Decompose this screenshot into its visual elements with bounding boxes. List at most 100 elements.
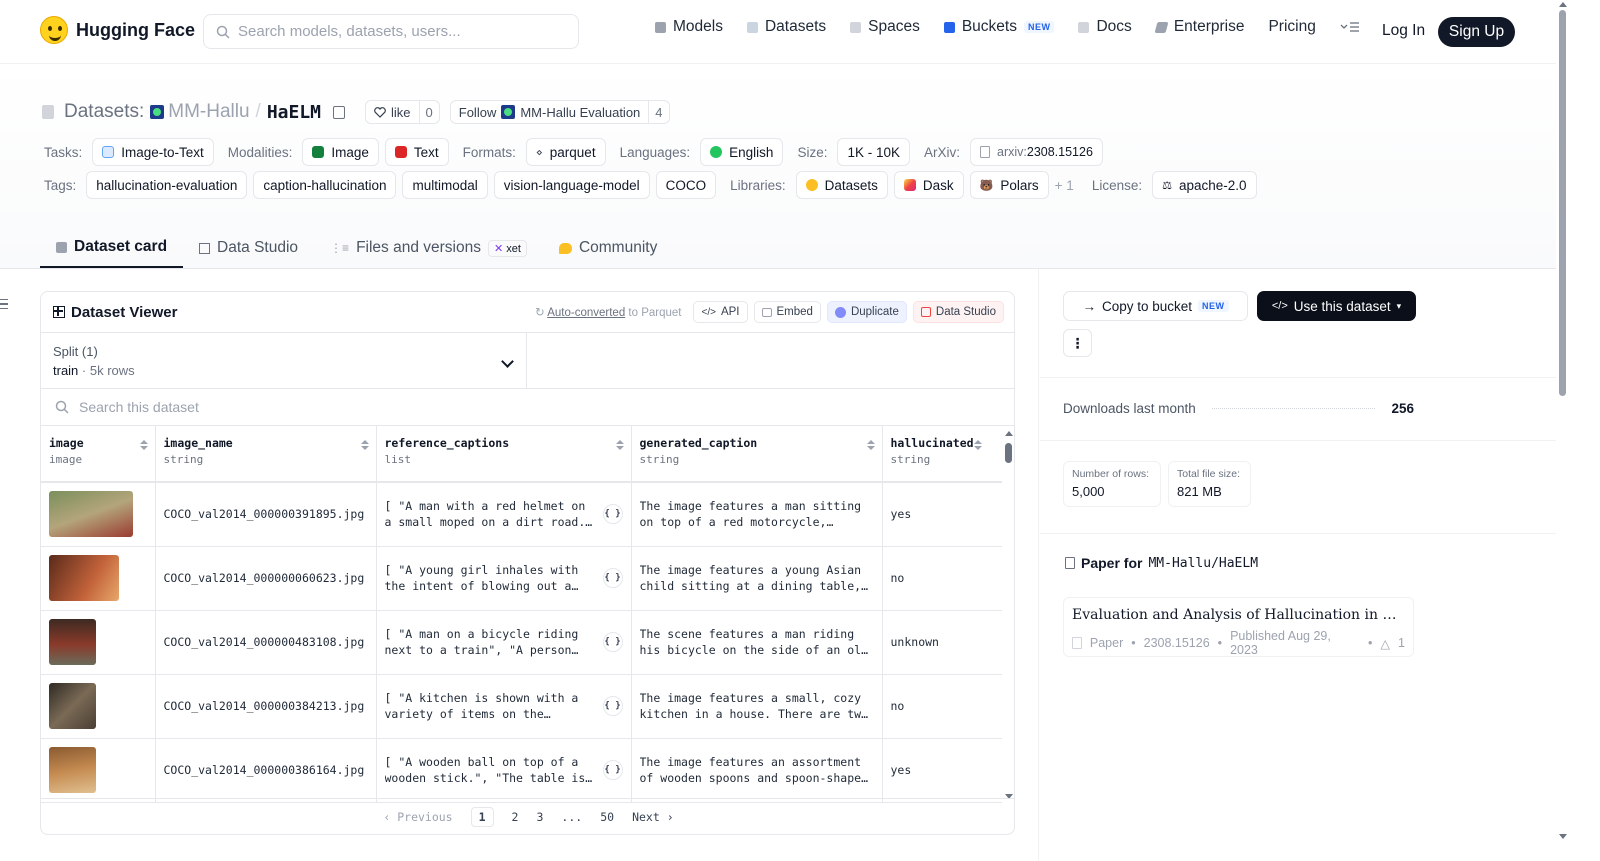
table-row[interactable]: COCO_val2014_000000386164.jpg [ "A woode… (41, 738, 1002, 803)
column-header[interactable]: generated_caption string (631, 426, 883, 483)
page-button[interactable]: 50 (600, 810, 614, 824)
tag-modality-image[interactable]: Image (302, 138, 379, 166)
more-libraries[interactable]: + 1 (1055, 178, 1074, 193)
data-studio-button[interactable]: Data Studio (912, 301, 1004, 323)
expand-json-icon[interactable]: { } (602, 568, 623, 588)
tag-library-datasets[interactable]: Datasets (795, 171, 888, 199)
tag-arxiv[interactable]: arxiv:2308.15126 (970, 138, 1103, 166)
table-scrollbar[interactable] (1003, 429, 1014, 799)
column-header[interactable]: reference_captions list (376, 426, 632, 483)
nav-docs[interactable]: Docs (1078, 18, 1132, 36)
tag-size[interactable]: 1K - 10K (837, 138, 910, 166)
image-cell[interactable] (41, 546, 156, 611)
expand-json-icon[interactable]: { } (602, 696, 623, 716)
expand-json-icon[interactable]: { } (602, 760, 623, 780)
sort-icon[interactable] (866, 440, 875, 450)
nav-spaces[interactable]: Spaces (850, 18, 920, 36)
row-thumbnail[interactable] (49, 683, 96, 729)
tab-dataset-card[interactable]: Dataset card (40, 228, 184, 268)
expand-json-icon[interactable]: { } (602, 504, 623, 525)
image-cell[interactable] (41, 738, 156, 803)
column-header[interactable]: image_name string (155, 426, 377, 483)
sidebar-toggle-icon[interactable] (0, 299, 8, 309)
dataset-name[interactable]: HaELM (267, 102, 321, 123)
dot-separator: • (1368, 636, 1373, 650)
nav-docs-label: Docs (1096, 18, 1132, 35)
page-scrollbar[interactable] (1556, 0, 1570, 861)
tab-files-and-versions[interactable]: ⋮≡ Files and versions ✕ xet (314, 228, 543, 268)
org-link[interactable]: MM-Hallu (150, 101, 250, 123)
row-thumbnail[interactable] (49, 555, 119, 601)
nav-pricing[interactable]: Pricing (1268, 18, 1315, 36)
tag-task[interactable]: Image-to-Text (92, 138, 214, 166)
nav-models[interactable]: Models (655, 18, 723, 36)
image-cell[interactable] (41, 610, 156, 675)
scroll-down-icon[interactable] (1559, 834, 1567, 839)
scrollbar-thumb[interactable] (1559, 10, 1566, 396)
tab-data-studio[interactable]: Data Studio (183, 228, 314, 268)
table-row[interactable]: COCO_val2014_000000483108.jpg [ "A man o… (41, 610, 1002, 675)
nav-datasets[interactable]: Datasets (746, 18, 826, 36)
api-button[interactable]: </> API (693, 301, 748, 323)
sort-icon[interactable] (139, 440, 148, 450)
dataset-search-input[interactable] (79, 399, 479, 415)
duplicate-button[interactable]: Duplicate (826, 301, 907, 323)
global-search[interactable] (203, 14, 579, 49)
image-cell[interactable] (41, 674, 156, 739)
tag-item[interactable]: vision-language-model (493, 171, 650, 199)
tag-modality-text[interactable]: Text (384, 138, 449, 166)
scrollbar-thumb[interactable] (1005, 443, 1012, 463)
more-options-button[interactable]: ⋮ (1063, 329, 1092, 357)
split-selector[interactable]: Split (1) train · 5k rows (41, 333, 527, 388)
tag-item[interactable]: COCO (655, 171, 717, 199)
table-row[interactable]: COCO_val2014_000000060623.jpg [ "A young… (41, 546, 1002, 611)
login-link[interactable]: Log In (1382, 22, 1425, 40)
global-search-input[interactable] (238, 23, 558, 40)
row-thumbnail[interactable] (49, 491, 133, 538)
next-label: Next (632, 809, 660, 824)
tag-language[interactable]: English (700, 138, 784, 166)
expand-json-icon[interactable]: { } (602, 632, 623, 652)
page-button[interactable]: 1 (470, 806, 494, 827)
sort-icon[interactable] (974, 440, 982, 450)
tag-library-polars[interactable]: 🐻 Polars (969, 171, 1049, 199)
nav-more-menu[interactable] (1340, 21, 1360, 33)
embed-button[interactable]: Embed (753, 301, 821, 323)
page-button[interactable]: 2 (512, 810, 519, 824)
table-row[interactable]: COCO_val2014_000000384213.jpg [ "A kitch… (41, 674, 1002, 739)
nav-buckets[interactable]: Buckets NEW (943, 18, 1055, 36)
paper-card[interactable]: Evaluation and Analysis of Hallucination… (1063, 597, 1414, 657)
signup-button[interactable]: Sign Up (1438, 17, 1515, 47)
image-cell[interactable] (41, 482, 156, 547)
sort-icon[interactable] (360, 440, 369, 450)
sort-icon[interactable] (615, 440, 624, 450)
tab-community[interactable]: Community (543, 228, 673, 268)
tag-item[interactable]: hallucination-evaluation (86, 171, 248, 199)
copy-to-bucket-button[interactable]: → Copy to bucket NEW (1063, 291, 1248, 321)
brand-logo[interactable]: Hugging Face (40, 16, 195, 44)
paper-title[interactable]: Evaluation and Analysis of Hallucination… (1072, 607, 1405, 623)
auto-converted-link[interactable]: Auto-converted (547, 307, 625, 319)
scroll-up-icon[interactable] (1559, 2, 1567, 7)
tag-library-dask[interactable]: Dask (893, 171, 964, 199)
copy-icon[interactable] (333, 105, 346, 119)
nav-enterprise[interactable]: Enterprise (1154, 18, 1244, 36)
follow-button[interactable]: Follow MM-Hallu Evaluation 4 (449, 100, 670, 124)
column-header[interactable]: hallucinated string (882, 426, 1002, 483)
paper-for-label: Paper for (1081, 555, 1143, 571)
use-this-dataset-button[interactable]: </> Use this dataset ▾ (1257, 291, 1416, 321)
table-row[interactable]: COCO_val2014_000000391895.jpg [ "A man w… (41, 482, 1002, 547)
tag-license[interactable]: ⚖ apache-2.0 (1152, 171, 1257, 199)
tag-format[interactable]: ⋄ parquet (525, 138, 606, 166)
column-header[interactable]: image image (41, 426, 156, 483)
next-page-button[interactable]: Next › (632, 810, 674, 824)
tag-item[interactable]: caption-hallucination (253, 171, 397, 199)
row-thumbnail[interactable] (49, 747, 96, 793)
row-thumbnail[interactable] (49, 619, 96, 665)
tag-item[interactable]: multimodal (402, 171, 488, 199)
scroll-up-icon[interactable] (1005, 431, 1013, 436)
page-button[interactable]: 3 (536, 810, 543, 824)
dataset-search[interactable] (41, 389, 1014, 426)
like-button[interactable]: like 0 (365, 100, 440, 124)
prev-page-button[interactable]: ‹ Previous (383, 810, 452, 824)
